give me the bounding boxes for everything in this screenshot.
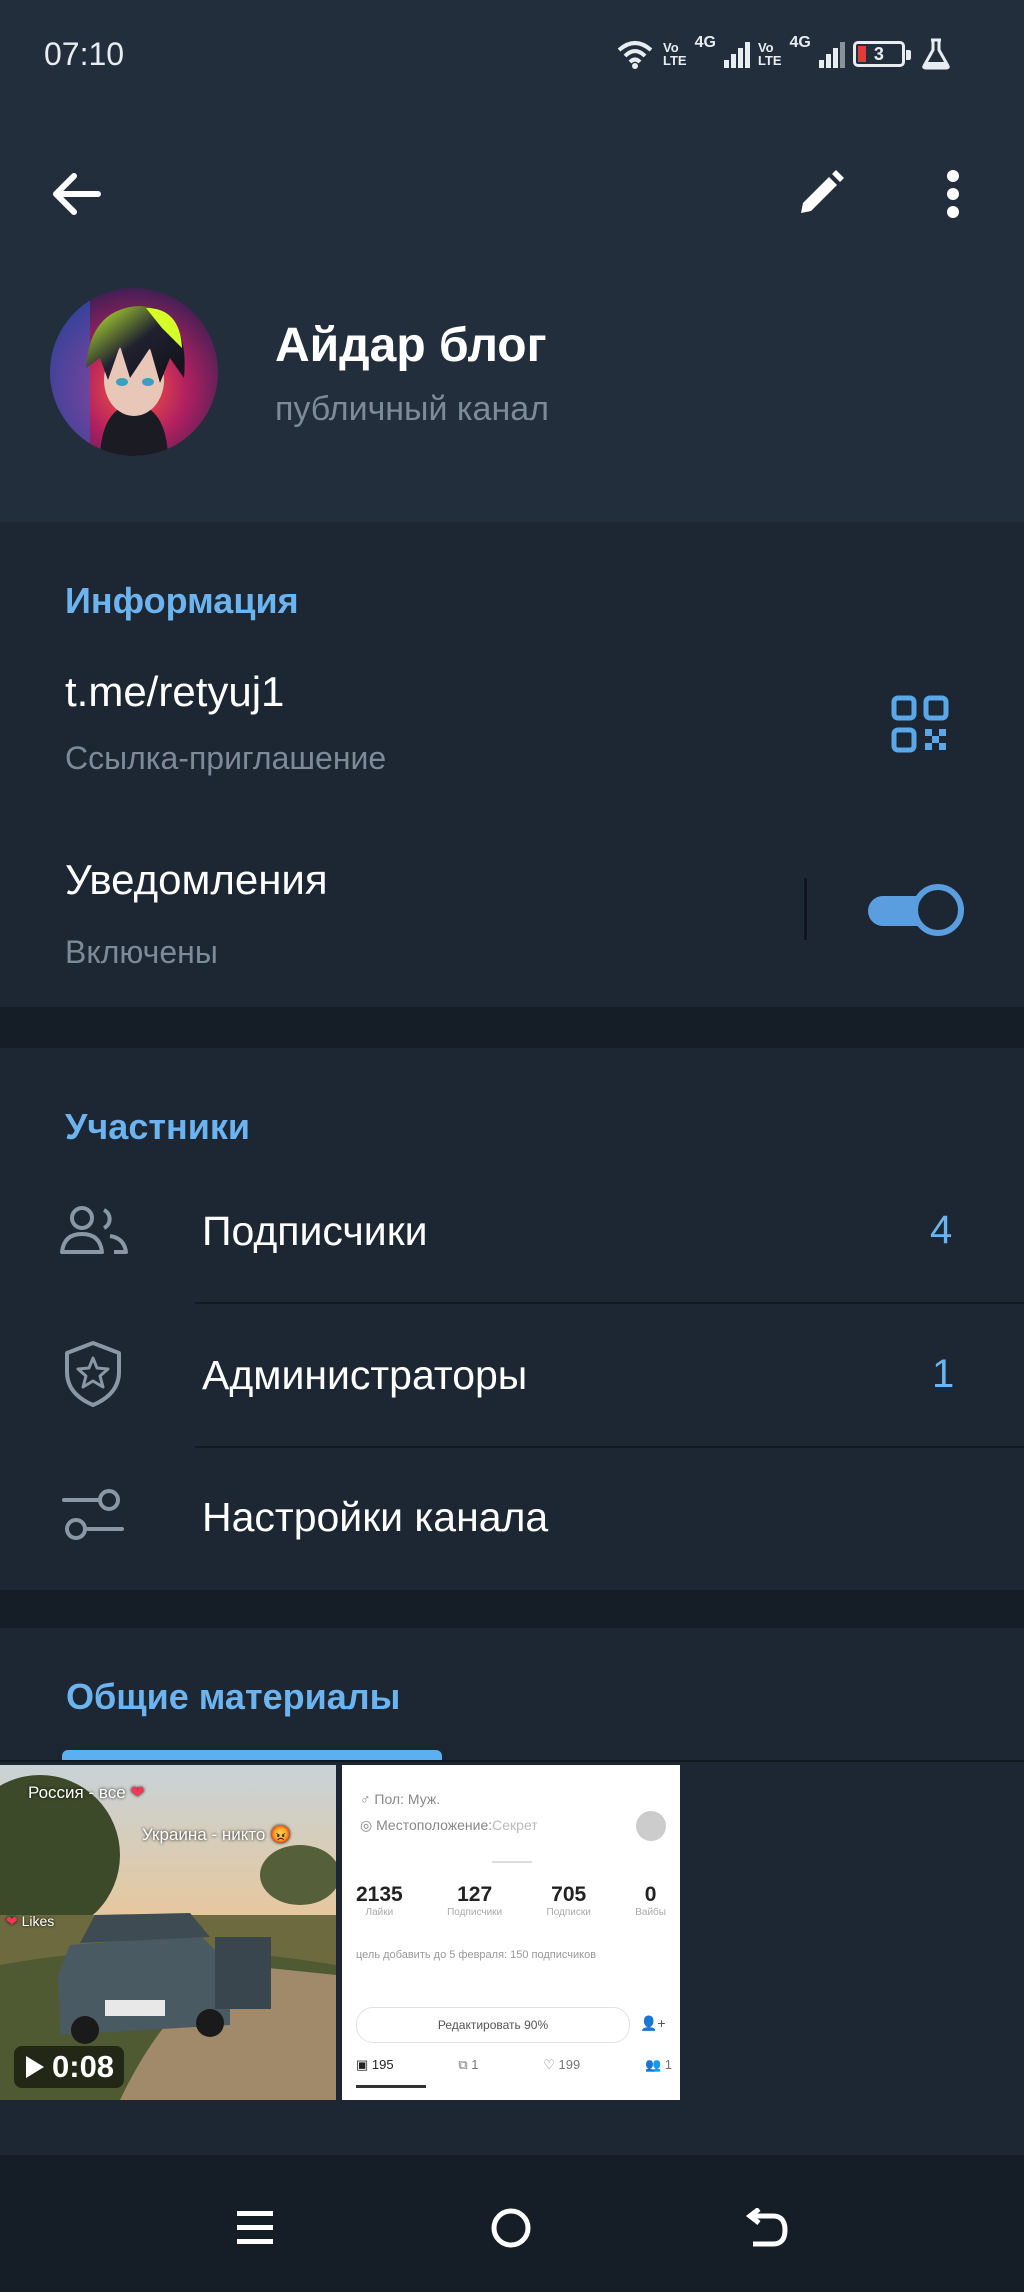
notifications-state: Включены — [65, 934, 218, 970]
video-caption-2: Украина - никто 😡 — [142, 1825, 292, 1844]
notifications-label: Уведомления — [65, 856, 328, 903]
screenshot-gender: ♂ Пол: Муж. — [360, 1791, 441, 1807]
shield-star-icon — [62, 1340, 124, 1413]
subscribers-count: 4 — [930, 1208, 953, 1252]
notifications-toggle[interactable] — [868, 878, 964, 940]
channel-name: Айдар блог — [275, 319, 547, 372]
signal-icon-1 — [723, 40, 750, 68]
home-circle-icon — [491, 2208, 531, 2248]
play-icon — [26, 2056, 44, 2078]
tab-indicator — [62, 1750, 442, 1760]
screenshot-divider — [492, 1861, 532, 1863]
info-section-title: Информация — [65, 580, 299, 621]
channel-type: публичный канал — [275, 390, 549, 428]
signal-icon-2 — [818, 40, 845, 68]
edit-button[interactable] — [788, 162, 852, 226]
status-bar: 07:10 Vo LTE 4G Vo LTE 4G 3 — [0, 0, 1024, 110]
subscribers-label: Подписчики — [202, 1208, 428, 1254]
back-nav-button[interactable] — [732, 2193, 802, 2263]
people-icon — [58, 1200, 130, 1265]
invite-link-caption: Ссылка-приглашение — [65, 740, 387, 776]
network-type-1: 4G — [694, 34, 716, 51]
system-nav-bar — [0, 2155, 1024, 2292]
status-time: 07:10 — [44, 36, 125, 72]
volte-indicator-2: Vo LTE — [757, 40, 782, 68]
flask-icon — [922, 38, 950, 70]
volte-indicator-1: Vo LTE — [663, 40, 687, 68]
screenshot-location: ◎ Местоположение:Секрет — [360, 1817, 538, 1833]
more-vertical-icon — [947, 170, 959, 218]
members-section-title: Участники — [65, 1106, 250, 1147]
tab-divider — [0, 1760, 1024, 1762]
undo-arrow-icon — [745, 2208, 788, 2247]
battery-icon: 3 — [852, 41, 911, 67]
recent-apps-button[interactable] — [220, 2193, 290, 2263]
shared-media-tab[interactable]: Общие материалы — [66, 1676, 400, 1718]
screenshot-add-friend-icon: 👤+ — [640, 2015, 666, 2031]
screenshot-description: цель добавить до 5 февраля: 150 подписчи… — [356, 1949, 597, 1961]
back-button[interactable] — [44, 162, 108, 226]
pencil-icon — [801, 170, 844, 213]
media-image-thumbnail[interactable]: ♂ Пол: Муж. ◎ Местоположение:Секрет 2135… — [342, 1765, 680, 2100]
video-likes: ❤ Likes — [6, 1913, 55, 1929]
administrators-label: Администраторы — [202, 1352, 528, 1398]
invite-link[interactable]: t.me/retyuj1 — [65, 668, 284, 716]
vertical-divider — [804, 878, 807, 940]
screenshot-stats: 2135 Лайки 127 Подписчики 705 Подписки 0 Вай… — [356, 1883, 666, 1918]
menu-lines-icon — [237, 2211, 273, 2244]
network-type-2: 4G — [789, 34, 811, 51]
wifi-icon — [617, 41, 653, 69]
video-duration-badge: 0:08 — [14, 2046, 125, 2088]
battery-level: 3 — [873, 43, 884, 64]
screenshot-tab-indicator — [356, 2085, 426, 2088]
qr-code-button[interactable] — [880, 688, 960, 760]
subscribers-row[interactable] — [0, 1180, 1024, 1302]
status-icons: Vo LTE 4G Vo LTE 4G 3 — [615, 34, 951, 74]
more-options-button[interactable] — [928, 162, 978, 226]
settings-sliders-icon — [62, 1486, 124, 1549]
qr-code-icon — [891, 695, 949, 753]
screenshot-edit-button: Редактировать 90% — [356, 2007, 630, 2043]
administrators-count: 1 — [932, 1352, 955, 1396]
screenshot-tabs: ▣ 195 ⧉ 1 ♡ 199 👥 1 — [356, 2057, 672, 2072]
channel-avatar[interactable] — [50, 288, 218, 456]
home-button[interactable] — [476, 2193, 546, 2263]
video-caption-1: Россия - все ❤ — [28, 1783, 145, 1802]
channel-settings-label: Настройки канала — [202, 1494, 549, 1540]
back-arrow-icon — [53, 173, 101, 215]
screenshot-avatar-icon — [636, 1811, 666, 1841]
